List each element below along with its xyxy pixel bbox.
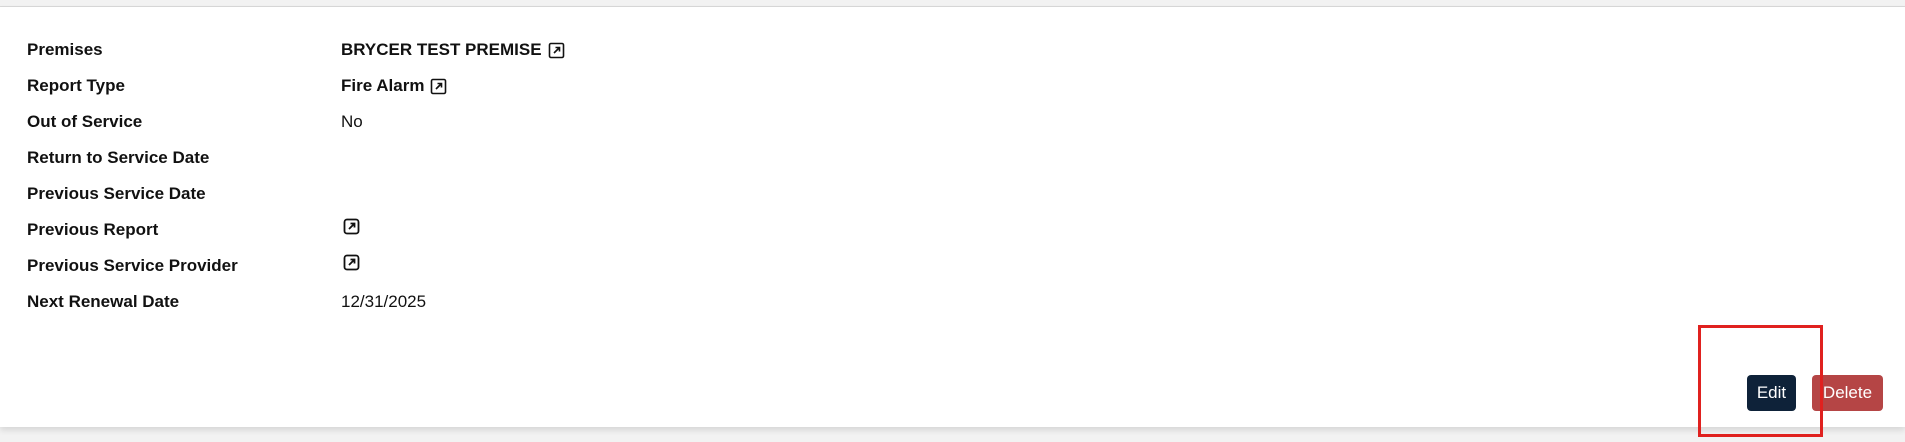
- row-previous-report: Previous Report: [0, 218, 900, 242]
- previous-service-provider-value[interactable]: [341, 254, 360, 271]
- row-next-renewal-date: Next Renewal Date 12/31/2025: [0, 290, 900, 314]
- report-type-value[interactable]: Fire Alarm: [341, 74, 447, 98]
- previous-report-value[interactable]: [341, 218, 360, 235]
- next-renewal-date-label: Next Renewal Date: [27, 292, 180, 311]
- row-premises: Premises BRYCER TEST PREMISE: [0, 38, 900, 62]
- report-type-label: Report Type: [27, 76, 125, 95]
- edit-button[interactable]: Edit: [1747, 375, 1796, 411]
- row-report-type: Report Type Fire Alarm: [0, 74, 900, 98]
- row-previous-service-date: Previous Service Date: [0, 182, 900, 206]
- details-card: Premises BRYCER TEST PREMISE Report Type…: [0, 7, 1905, 427]
- premises-link[interactable]: BRYCER TEST PREMISE: [341, 38, 542, 62]
- row-previous-service-provider: Previous Service Provider: [0, 254, 900, 278]
- out-of-service-label: Out of Service: [27, 112, 143, 131]
- external-link-icon[interactable]: [343, 218, 360, 235]
- delete-button[interactable]: Delete: [1812, 375, 1883, 411]
- out-of-service-value: No: [341, 112, 363, 131]
- row-return-to-service-date: Return to Service Date: [0, 146, 900, 170]
- premises-value[interactable]: BRYCER TEST PREMISE: [341, 38, 565, 62]
- external-link-icon[interactable]: [430, 78, 447, 95]
- previous-report-label: Previous Report: [27, 220, 159, 239]
- previous-service-provider-label: Previous Service Provider: [27, 256, 238, 275]
- row-out-of-service: Out of Service No: [0, 110, 900, 134]
- previous-service-date-label: Previous Service Date: [27, 184, 206, 203]
- premises-label: Premises: [27, 40, 103, 59]
- return-to-service-date-label: Return to Service Date: [27, 148, 210, 167]
- report-type-link[interactable]: Fire Alarm: [341, 74, 424, 98]
- external-link-icon[interactable]: [343, 254, 360, 271]
- external-link-icon[interactable]: [548, 42, 565, 59]
- next-renewal-date-value: 12/31/2025: [341, 292, 427, 311]
